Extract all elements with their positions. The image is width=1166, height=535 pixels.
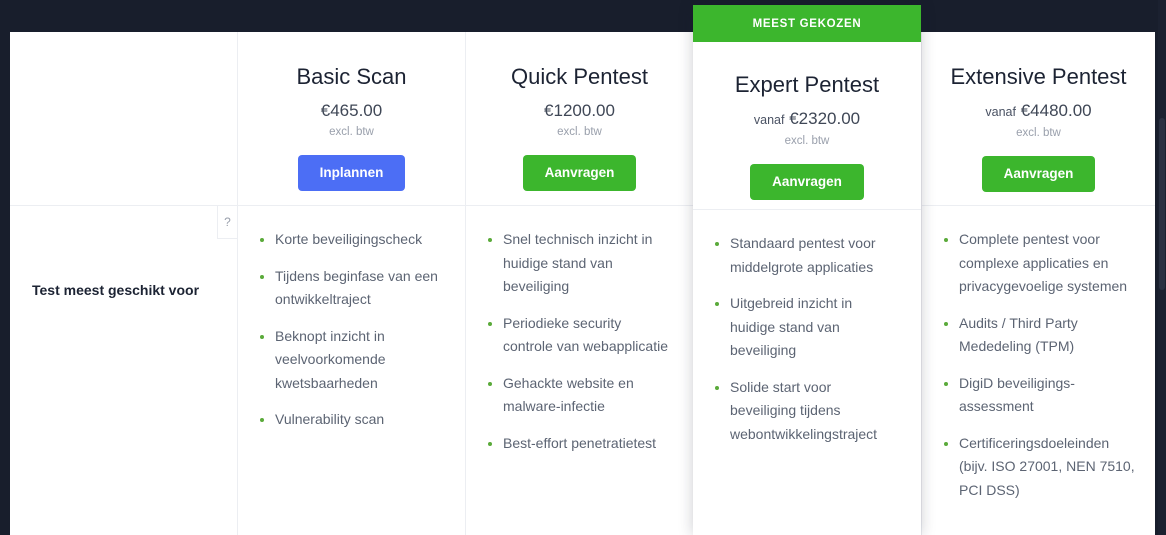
plan-price-prefix: vanaf <box>985 105 1016 119</box>
feature-cell-basic-scan: Korte beveiligingscheck Tijdens beginfas… <box>238 206 466 535</box>
list-item: Audits / Third Party Mededeling (TPM) <box>942 312 1135 359</box>
feature-list: Snel technisch inzicht in huidige stand … <box>486 228 673 455</box>
list-item: Best-effort penetratietest <box>486 432 673 456</box>
plan-price-amount: €2320.00 <box>789 109 861 128</box>
plan-vat-note: excl. btw <box>557 126 602 138</box>
help-question-mark-icon[interactable]: ? <box>217 206 237 239</box>
list-item: Vulnerability scan <box>258 408 445 432</box>
plan-vat-note: excl. btw <box>329 126 374 138</box>
feature-row-label: Test meest geschikt voor <box>32 282 200 298</box>
feature-list: Complete pentest voor complexe applicati… <box>942 228 1135 502</box>
plan-title: Quick Pentest <box>511 64 648 89</box>
list-item: Uitgebreid inzicht in huidige stand van … <box>713 292 901 363</box>
plan-price: €465.00 <box>321 101 382 121</box>
list-item: Solide start voor beveiliging tijdens we… <box>713 376 901 447</box>
plan-price-prefix: vanaf <box>753 113 785 127</box>
plan-price-amount: €465.00 <box>320 101 383 120</box>
feature-row-label-cell: ? Test meest geschikt voor <box>10 206 238 535</box>
feature-cell-expert-pentest: Standaard pentest voor middelgrote appli… <box>693 210 921 535</box>
list-item: Gehackte website en malware-infectie <box>486 372 673 419</box>
plan-vat-note: excl. btw <box>1016 127 1061 139</box>
plan-vat-note: excl. btw <box>784 135 830 147</box>
plan-title: Expert Pentest <box>734 72 880 97</box>
plan-header-basic-scan: Basic Scan €465.00 excl. btw Inplannen <box>238 32 466 205</box>
feature-list: Standaard pentest voor middelgrote appli… <box>713 232 901 446</box>
plan-header-quick-pentest: Quick Pentest €1200.00 excl. btw Aanvrag… <box>466 32 694 205</box>
plan-title: Basic Scan <box>296 64 407 89</box>
header-label-cell <box>10 32 238 205</box>
plan-price: vanaf €4480.00 <box>985 101 1091 122</box>
plan-cta-button-extensive-pentest[interactable]: Aanvragen <box>981 156 1096 192</box>
vertical-scrollbar[interactable] <box>1158 0 1166 535</box>
pricing-header-row: Basic Scan €465.00 excl. btw Inplannen Q… <box>10 32 1155 205</box>
page-background: Basic Scan €465.00 excl. btw Inplannen Q… <box>0 0 1166 535</box>
most-chosen-ribbon: MEEST GEKOZEN <box>693 5 921 42</box>
list-item: Beknopt inzicht in veelvoorkomende kwets… <box>258 325 445 396</box>
feature-cell-quick-pentest: Snel technisch inzicht in huidige stand … <box>466 206 694 535</box>
plan-price-amount: €1200.00 <box>544 101 615 120</box>
scrollbar-thumb[interactable] <box>1159 118 1165 290</box>
list-item: Periodieke security controle van webappl… <box>486 312 673 359</box>
plan-header-extensive-pentest: Extensive Pentest vanaf €4480.00 excl. b… <box>922 32 1155 205</box>
feature-list: Korte beveiligingscheck Tijdens beginfas… <box>258 228 445 432</box>
feature-cell-extensive-pentest: Complete pentest voor complexe applicati… <box>922 206 1155 535</box>
list-item: Snel technisch inzicht in huidige stand … <box>486 228 673 299</box>
list-item: Certificeringsdoeleinden (bijv. ISO 2700… <box>942 432 1135 503</box>
plan-cta-button-quick-pentest[interactable]: Aanvragen <box>522 155 637 191</box>
list-item: Complete pentest voor complexe applicati… <box>942 228 1135 299</box>
list-item: Korte beveiligingscheck <box>258 228 445 252</box>
list-item: Tijdens beginfase van een ontwikkeltraje… <box>258 265 445 312</box>
plan-cta-button-basic-scan[interactable]: Inplannen <box>297 155 406 191</box>
feature-comparison-row: ? Test meest geschikt voor Korte beveili… <box>10 206 1155 535</box>
list-item: DigiD beveiligings-assessment <box>942 372 1135 419</box>
plan-header-expert-pentest: Expert Pentest vanaf €2320.00 excl. btw … <box>693 42 921 210</box>
plan-price: €1200.00 <box>544 101 615 121</box>
plan-price-amount: €4480.00 <box>1020 101 1092 120</box>
plan-title: Extensive Pentest <box>950 64 1127 89</box>
featured-plan-column-expert-pentest: MEEST GEKOZEN Expert Pentest vanaf €2320… <box>693 5 921 535</box>
plan-cta-button-expert-pentest[interactable]: Aanvragen <box>750 164 864 200</box>
list-item: Standaard pentest voor middelgrote appli… <box>713 232 901 279</box>
plan-price: vanaf €2320.00 <box>754 109 860 130</box>
pricing-table-card: Basic Scan €465.00 excl. btw Inplannen Q… <box>10 32 1155 535</box>
